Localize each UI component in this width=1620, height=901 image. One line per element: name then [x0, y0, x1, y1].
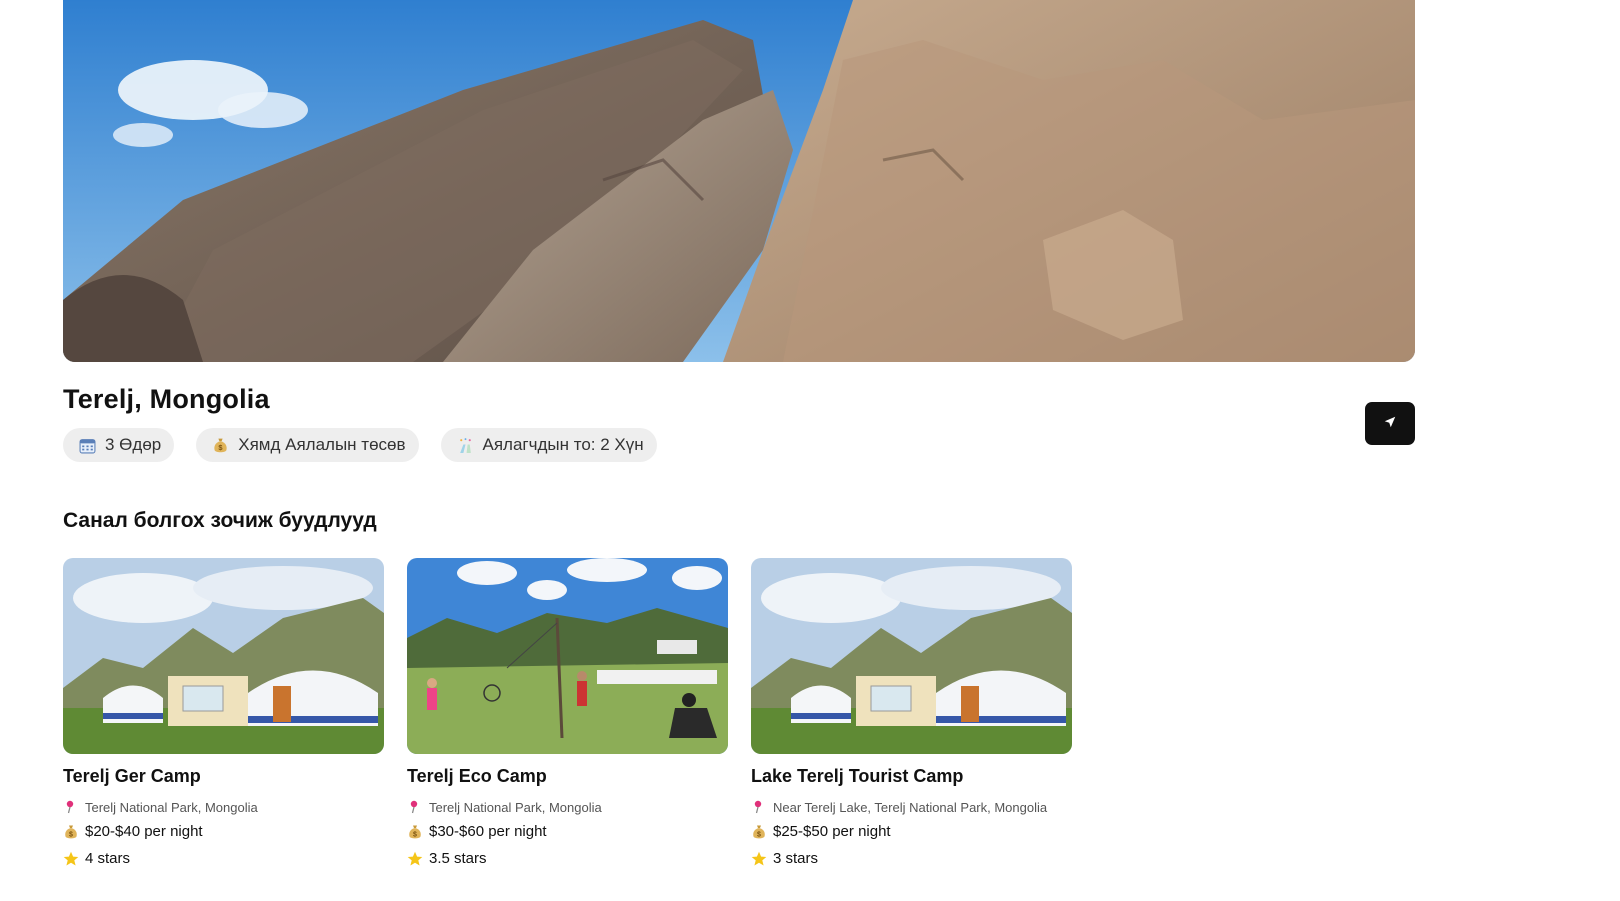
- money-bag-icon: $: [407, 824, 423, 840]
- pin-icon: [63, 799, 79, 815]
- hotel-rating: 3 stars: [751, 850, 1072, 867]
- star-icon: [63, 851, 79, 867]
- money-bag-icon: $: [63, 824, 79, 840]
- chip-travelers-label: Аялагчдын то: 2 Хүн: [482, 435, 644, 454]
- hotel-rating-text: 3 stars: [773, 850, 819, 867]
- hotel-card[interactable]: Lake Terelj Tourist Camp Near Terelj Lak…: [751, 558, 1072, 867]
- hotel-name: Terelj Eco Camp: [407, 766, 547, 786]
- hotels-section-title: Санал болгох зочиж буудлууд: [63, 509, 377, 532]
- hotel-card[interactable]: Terelj Ger Camp Terelj National Park, Mo…: [63, 558, 384, 867]
- hotel-image: [751, 558, 1072, 754]
- trip-info-chips: 3 Өдөр $ Хямд Аялалын төсөв Аялагчдын то…: [63, 428, 657, 462]
- hotel-price-text: $30-$60 per night: [429, 823, 547, 840]
- hotel-rating-text: 4 stars: [85, 850, 131, 867]
- chip-duration: 3 Өдөр: [63, 428, 175, 462]
- destination-title: Terelj, Mongolia: [63, 384, 270, 414]
- svg-text:$: $: [413, 831, 417, 838]
- hotel-price: $ $30-$60 per night: [407, 823, 728, 840]
- money-bag-icon: $: [212, 437, 229, 454]
- hotel-location: Terelj National Park, Mongolia: [407, 799, 728, 815]
- hotel-location-text: Terelj National Park, Mongolia: [429, 799, 602, 815]
- chip-budget-label: Хямд Аялалын төсөв: [238, 435, 406, 454]
- svg-text:$: $: [757, 831, 761, 838]
- chip-duration-label: 3 Өдөр: [105, 435, 162, 454]
- hero-image: [63, 0, 1415, 362]
- star-icon: [407, 851, 423, 867]
- hotel-location-text: Terelj National Park, Mongolia: [85, 799, 258, 815]
- calendar-icon: [79, 437, 96, 454]
- money-bag-icon: $: [751, 824, 767, 840]
- hotel-rating: 3.5 stars: [407, 850, 728, 867]
- hotel-price: $ $20-$40 per night: [63, 823, 384, 840]
- hotel-image: [407, 558, 728, 754]
- hotel-name: Terelj Ger Camp: [63, 766, 201, 786]
- star-icon: [751, 851, 767, 867]
- hotel-location: Terelj National Park, Mongolia: [63, 799, 384, 815]
- pin-icon: [407, 799, 423, 815]
- hotel-rating: 4 stars: [63, 850, 384, 867]
- chip-travelers: Аялагчдын то: 2 Хүн: [440, 428, 657, 462]
- svg-text:$: $: [69, 831, 73, 838]
- hotel-price: $ $25-$50 per night: [751, 823, 1072, 840]
- hotel-location: Near Terelj Lake, Terelj National Park, …: [751, 799, 1072, 815]
- celebration-icon: [457, 437, 474, 454]
- hotel-image: [63, 558, 384, 754]
- hotel-rating-text: 3.5 stars: [429, 850, 487, 867]
- hotel-price-text: $25-$50 per night: [773, 823, 891, 840]
- hotel-card[interactable]: Terelj Eco Camp Terelj National Park, Mo…: [407, 558, 728, 867]
- chip-budget: $ Хямд Аялалын төсөв: [196, 428, 419, 462]
- hotel-location-text: Near Terelj Lake, Terelj National Park, …: [773, 799, 1048, 815]
- pin-icon: [751, 799, 767, 815]
- hotel-price-text: $20-$40 per night: [85, 823, 203, 840]
- hotel-name: Lake Terelj Tourist Camp: [751, 766, 964, 786]
- hotel-list: Terelj Ger Camp Terelj National Park, Mo…: [63, 558, 1072, 867]
- trip-page: Terelj, Mongolia 3 Өдөр $ Хямд Аялалын т…: [0, 0, 1620, 901]
- send-icon: [1384, 415, 1396, 433]
- send-button[interactable]: [1365, 402, 1415, 445]
